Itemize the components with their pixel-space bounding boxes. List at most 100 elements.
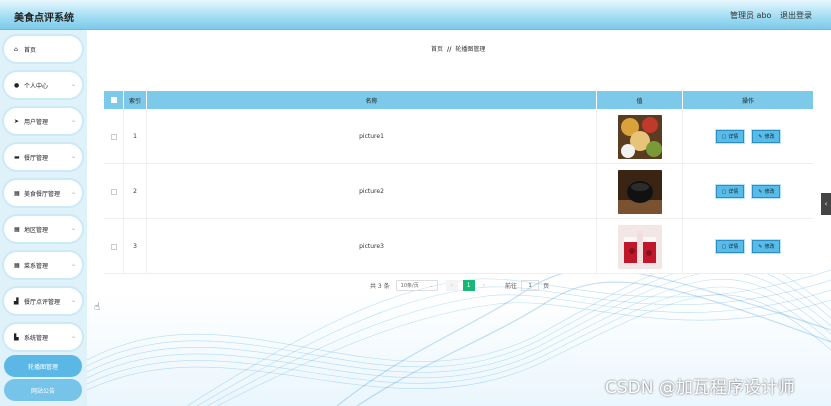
dark-bowl-image[interactable] xyxy=(617,169,662,214)
chart-icon: ▟ xyxy=(14,297,19,305)
side-collapse-tab[interactable]: ‹ xyxy=(821,193,831,215)
row-index: 1 xyxy=(124,109,147,164)
table-row: 2 picture2 ▢ 详情 ✎ 修改 xyxy=(104,164,813,219)
main-content: 首页//轮播图管理 索引 名称 值 操作 1 picture1 ▢ 详情 ✎ 修… xyxy=(87,30,831,406)
user-icon: ● xyxy=(14,81,20,89)
sidebar-item-label: 美食餐厅管理 xyxy=(24,190,61,198)
sidebar-item-label: 餐厅管理 xyxy=(24,154,49,162)
detail-label: 详情 xyxy=(728,189,739,195)
detail-button[interactable]: ▢ 详情 xyxy=(715,240,745,253)
sidebar-item-label: 地区管理 xyxy=(24,226,49,234)
page-size-value: 10条/页 xyxy=(400,283,419,289)
edit-icon: ✎ xyxy=(758,243,763,250)
edit-label: 修改 xyxy=(764,244,775,250)
chevron-down-icon: ⌄ xyxy=(70,81,76,88)
sidebar-item-label: 用户管理 xyxy=(24,118,49,126)
row-actions: ▢ 详情 ✎ 修改 xyxy=(683,164,813,219)
sidebar-item-restaurant-management[interactable]: ▬ 餐厅管理 ⌄ xyxy=(4,144,82,170)
detail-icon: ▢ xyxy=(721,188,727,195)
sidebar-item-label: 餐厅点评管理 xyxy=(24,298,61,306)
edit-button[interactable]: ✎ 修改 xyxy=(752,185,781,198)
edit-button[interactable]: ✎ 修改 xyxy=(752,130,781,143)
data-table: 索引 名称 值 操作 1 picture1 ▢ 详情 ✎ 修改 2 pictur… xyxy=(104,91,813,274)
row-actions: ▢ 详情 ✎ 修改 xyxy=(683,109,813,164)
sidebar-subitem-announcement[interactable]: 网站公告 xyxy=(4,379,82,401)
column-header-name: 名称 xyxy=(147,91,597,109)
logout-link[interactable]: 退出登录 xyxy=(780,10,812,21)
chevron-down-icon: ⌄ xyxy=(70,153,76,160)
sidebar-item-label: 首页 xyxy=(24,46,37,54)
detail-button[interactable]: ▢ 详情 xyxy=(715,185,745,198)
list-icon: ▬ xyxy=(14,153,20,161)
row-checkbox[interactable] xyxy=(110,243,117,250)
column-header-value: 值 xyxy=(597,91,683,109)
app-title: 美食点评系统 xyxy=(14,13,74,24)
goto-label: 前往 xyxy=(505,283,518,290)
row-value-cell xyxy=(597,219,683,274)
table-row: 3 picture3 ▢ 详情 ✎ 修改 xyxy=(104,219,813,274)
column-header-index: 索引 xyxy=(124,91,147,109)
chevron-down-icon: ⌄ xyxy=(70,117,76,124)
home-icon: ⌂ xyxy=(14,45,18,53)
page-number-button[interactable]: 1 xyxy=(462,280,475,291)
sidebar-item-region-management[interactable]: ▦ 地区管理 ⌄ xyxy=(4,216,82,242)
row-index: 2 xyxy=(124,164,147,219)
sidebar-item-food-restaurant-management[interactable]: ▦ 美食餐厅管理 ⌄ xyxy=(4,180,82,206)
edit-button[interactable]: ✎ 修改 xyxy=(752,240,781,253)
row-select-cell xyxy=(104,109,124,164)
food-platter-image[interactable] xyxy=(617,114,662,159)
chevron-down-icon: ⌄ xyxy=(70,333,76,340)
table-row: 1 picture1 ▢ 详情 ✎ 修改 xyxy=(104,109,813,164)
sidebar-item-label: 个人中心 xyxy=(24,82,49,90)
next-page-button[interactable]: › xyxy=(483,282,485,289)
row-select-cell xyxy=(104,164,124,219)
system-icon: ▙ xyxy=(14,333,19,341)
breadcrumb: 首页 //轮播图管理 xyxy=(431,44,485,53)
row-checkbox[interactable] xyxy=(110,133,117,140)
row-select-cell xyxy=(104,219,124,274)
sidebar: ⌂ 首页 ● 个人中心 ⌄ ➤ 用户管理 ⌄ ▬ 餐厅管理 ⌄ ▦ 美食餐厅管理… xyxy=(0,30,87,406)
sidebar-item-label: 菜系管理 xyxy=(24,262,49,270)
sidebar-item-system-management[interactable]: ▙ 系统管理 ⌄ xyxy=(4,324,82,350)
red-cake-image[interactable] xyxy=(617,224,662,269)
row-index: 3 xyxy=(124,219,147,274)
chevron-down-icon: ⌄ xyxy=(70,261,76,268)
sidebar-item-cuisine-management[interactable]: ▦ 菜系管理 ⌄ xyxy=(4,252,82,278)
breadcrumb-home[interactable]: 首页 xyxy=(431,46,443,53)
sidebar-item-home[interactable]: ⌂ 首页 xyxy=(4,36,82,62)
column-header-actions: 操作 xyxy=(741,97,754,105)
goto-page-input[interactable]: 1 xyxy=(521,280,540,291)
select-all-checkbox[interactable] xyxy=(110,97,117,103)
prev-page-button[interactable]: ‹ xyxy=(445,280,458,291)
row-name: picture1 xyxy=(147,109,597,164)
total-count: 共 3 条 xyxy=(370,283,390,290)
select-all-cell xyxy=(104,91,124,109)
sidebar-item-label: 系统管理 xyxy=(24,334,49,342)
chevron-down-icon: ⌄ xyxy=(70,297,76,304)
mouse-cursor-icon: ☝ xyxy=(94,302,101,313)
detail-label: 详情 xyxy=(728,134,739,140)
page-unit-label: 页 xyxy=(543,283,550,290)
edit-icon: ✎ xyxy=(758,188,763,195)
chevron-down-icon: ⌄ xyxy=(70,225,76,232)
pagination: 共 3 条 10条/页 ⌄ ‹ 1 › 前往 1 页 xyxy=(370,280,549,291)
sidebar-item-personal-center[interactable]: ● 个人中心 ⌄ xyxy=(4,72,82,98)
page-size-select[interactable]: 10条/页 ⌄ xyxy=(395,280,438,291)
sidebar-subitem-carousel[interactable]: 轮播图管理 xyxy=(4,355,82,377)
detail-label: 详情 xyxy=(728,244,739,250)
row-value-cell xyxy=(597,109,683,164)
edit-label: 修改 xyxy=(764,189,775,195)
grid-icon: ▦ xyxy=(14,189,20,197)
row-name: picture2 xyxy=(147,164,597,219)
row-checkbox[interactable] xyxy=(110,188,117,195)
detail-icon: ▢ xyxy=(721,243,727,250)
top-header: 美食点评系统 管理员 abo 退出登录 xyxy=(0,0,831,30)
send-icon: ➤ xyxy=(14,117,20,125)
row-actions: ▢ 详情 ✎ 修改 xyxy=(683,219,813,274)
current-user: 管理员 abo xyxy=(730,11,772,20)
watermark: CSDN @加瓦程序设计师 xyxy=(605,378,795,398)
detail-button[interactable]: ▢ 详情 xyxy=(715,130,745,143)
edit-label: 修改 xyxy=(764,134,775,140)
sidebar-item-user-management[interactable]: ➤ 用户管理 ⌄ xyxy=(4,108,82,134)
sidebar-item-review-management[interactable]: ▟ 餐厅点评管理 ⌄ xyxy=(4,288,82,314)
